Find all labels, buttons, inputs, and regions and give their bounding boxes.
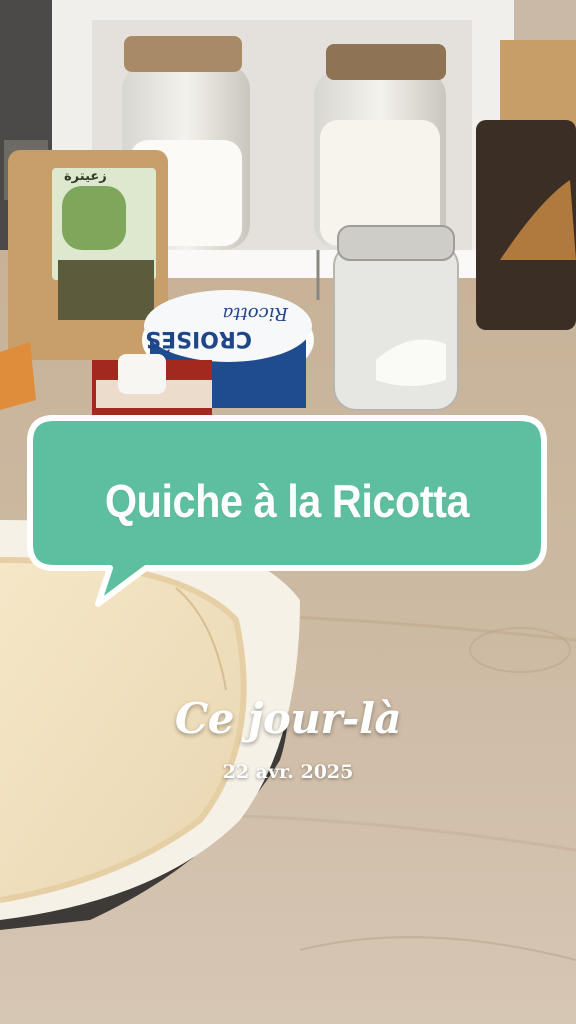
memory-title: Ce jour-là [174, 694, 402, 743]
clip-jar [333, 243, 459, 411]
memory-date: 22 avr. 2025 [222, 761, 354, 783]
ricotta-label: Ricotta [223, 303, 289, 324]
spice-pouch-label: زعيترة [64, 169, 107, 184]
ricotta-brand: CROISÉS [145, 326, 252, 352]
bubble-title: Quiche à la Ricotta [104, 475, 470, 527]
